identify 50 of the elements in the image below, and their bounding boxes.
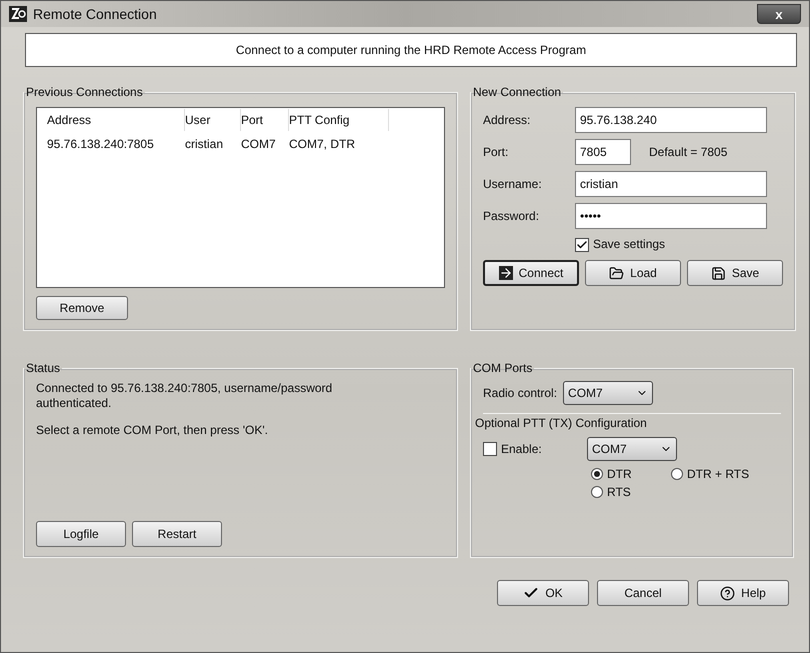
table-cell-text: COM7, DTR [289, 137, 356, 151]
close-button[interactable]: x [757, 4, 801, 24]
folder-icon [609, 266, 624, 280]
window-title: Remote Connection [33, 6, 157, 22]
column-header[interactable]: PTT Config [289, 109, 389, 131]
field-label: Password: [483, 209, 540, 223]
default-port-hint: Default = 7805 [649, 144, 728, 160]
remove-button[interactable]: Remove [36, 296, 128, 320]
action-button[interactable]: Load [585, 260, 681, 286]
status-button[interactable]: Logfile [36, 521, 126, 547]
group-title: COM Ports [472, 361, 534, 375]
action-button[interactable]: Connect [483, 260, 579, 286]
text-field[interactable]: ••••• [575, 203, 767, 229]
text-field[interactable]: cristian [575, 171, 767, 197]
dialog-button[interactable]: Help [697, 580, 789, 606]
port-dropdown[interactable]: COM7 [563, 381, 654, 405]
status-message: Connected to 95.76.138.240:7805, username/password authenticated. [36, 381, 334, 411]
column-header[interactable]: Address [47, 109, 185, 131]
status-message: Select a remote COM Port, then press 'OK'. [36, 423, 270, 438]
dialog-button[interactable]: Cancel [597, 580, 689, 606]
checkbox-label: Enable: [500, 442, 543, 456]
field-label: Port: [483, 145, 510, 159]
group-title: Previous Connections [25, 85, 144, 99]
dialog-button[interactable]: OK [497, 580, 589, 606]
banner-message: Connect to a computer running the HRD Remote Access Program [25, 33, 797, 67]
table-cell-text: 95.76.138.240:7805 [47, 137, 155, 151]
save-icon [710, 266, 726, 280]
column-header[interactable]: Port [241, 109, 289, 131]
port-dropdown[interactable]: COM7 [587, 437, 677, 461]
radio-option[interactable]: DTR [591, 467, 671, 481]
text-field[interactable]: 95.76.138.240 [575, 107, 767, 133]
checkbox[interactable] [483, 442, 497, 456]
field-label: Address: [483, 113, 532, 127]
table-cell-text: COM7 [241, 137, 277, 151]
status-button[interactable]: Restart [132, 521, 222, 547]
action-button[interactable]: Save [687, 260, 783, 286]
checkbox-label: Save settings [593, 237, 666, 252]
port-field[interactable]: 7805 [575, 139, 631, 165]
group-title: New Connection [472, 85, 562, 99]
field-label: Username: [483, 177, 543, 191]
radio-option[interactable]: RTS [591, 485, 671, 499]
group-title: Status [25, 361, 62, 375]
radio-control-label: Radio control: [483, 386, 558, 400]
column-header[interactable]: User [185, 109, 241, 131]
app-logo-icon [9, 6, 27, 22]
help-icon [720, 586, 736, 600]
table-cell-text: cristian [185, 137, 224, 151]
section-title: Optional PTT (TX) Configuration [475, 416, 648, 431]
radio-option[interactable]: DTR + RTS [671, 467, 781, 481]
checkbox[interactable] [575, 238, 589, 252]
